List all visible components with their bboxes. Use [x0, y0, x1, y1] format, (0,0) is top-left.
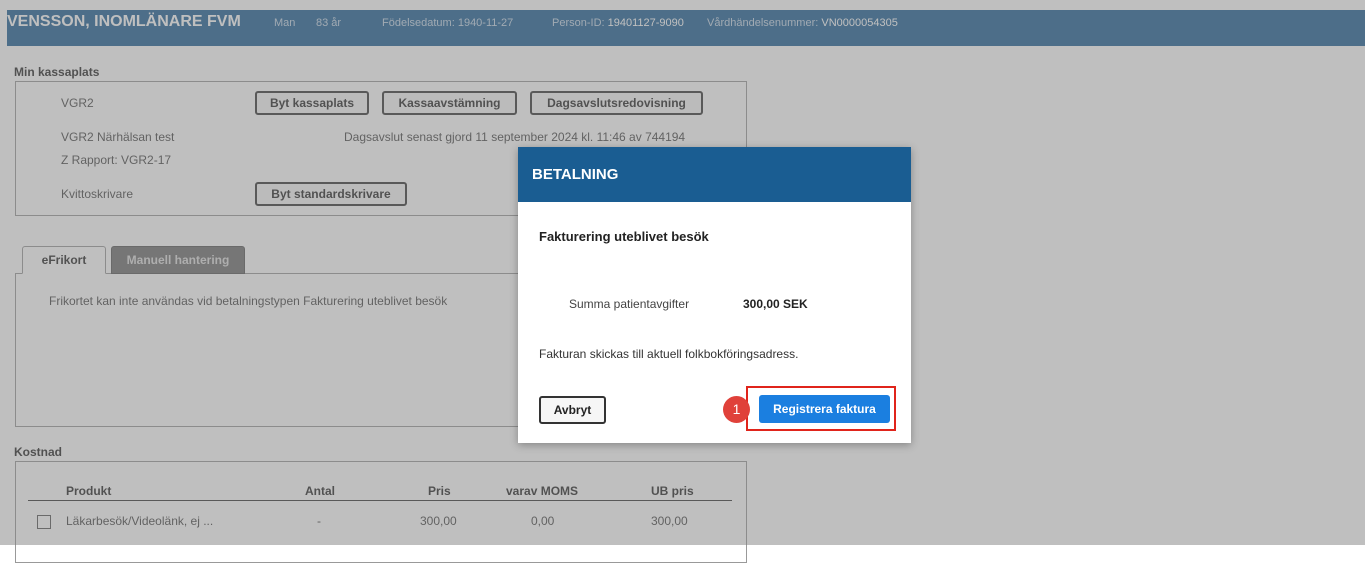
cancel-button[interactable]: Avbryt [539, 396, 606, 424]
dialog-header: BETALNING [518, 147, 911, 202]
dialog-subtitle: Fakturering uteblivet besök [539, 229, 709, 244]
sum-value: 300,00 SEK [743, 297, 808, 311]
dialog-title: BETALNING [532, 166, 619, 183]
info-text: Fakturan skickas till aktuell folkbokför… [539, 347, 799, 361]
step-badge: 1 [723, 396, 750, 423]
sum-label: Summa patientavgifter [569, 297, 690, 311]
highlight-box [746, 386, 896, 431]
